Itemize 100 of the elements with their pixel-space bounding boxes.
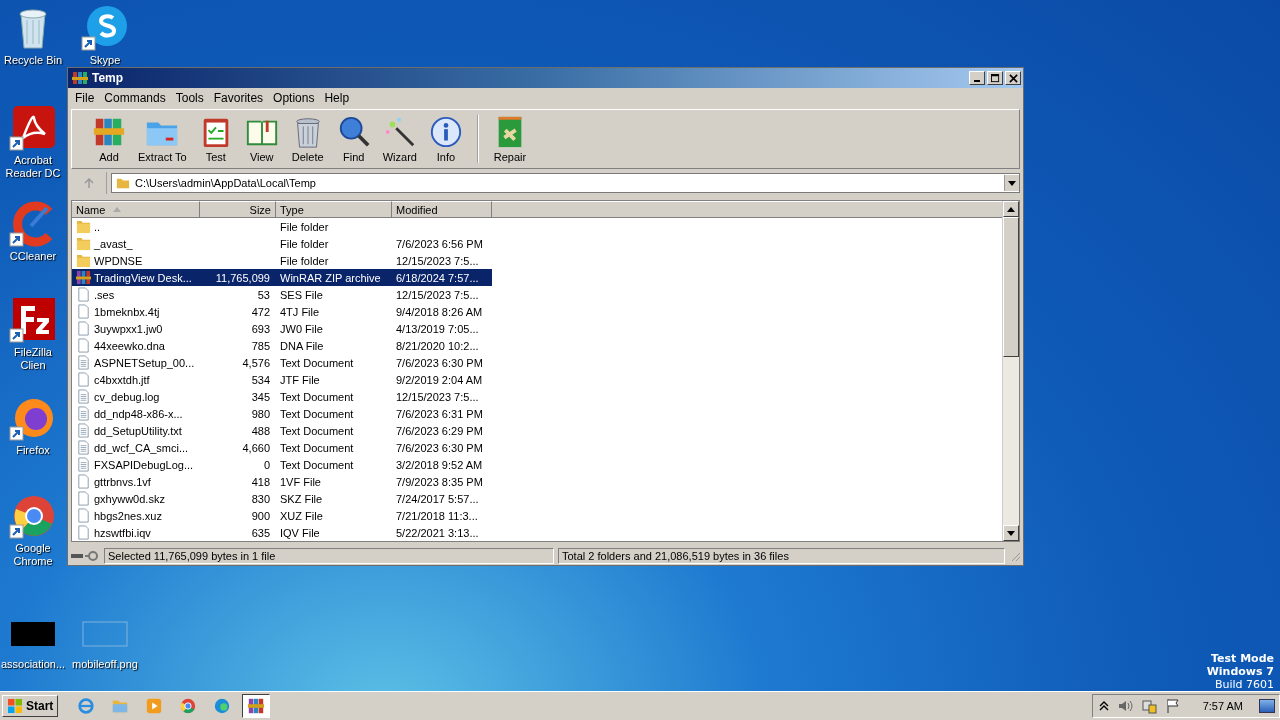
test-mode-text: Test Mode [1211,652,1274,665]
file-name: gxhyww0d.skz [94,492,165,505]
scroll-up-icon[interactable] [1007,206,1015,212]
file-row[interactable]: FXSAPIDebugLog... 0 Text Document 3/2/2018 9:52 AM [72,456,492,473]
toolbar-button[interactable]: Info [422,112,469,166]
skype-icon[interactable] [81,4,129,52]
file-row[interactable]: 3uywpxx1.jw0 693 JW0 File 4/13/2019 7:05... [72,320,492,337]
status-text: Total 2 folders and 21,086,519 bytes in 36 files [558,547,1005,564]
toolbar-button[interactable]: Delete [284,112,331,166]
file-type: SES File [280,288,323,301]
file-size: 345 [251,390,270,403]
acrobat-icon[interactable] [9,104,57,152]
close-button[interactable] [1005,71,1021,85]
file-row[interactable]: dd_wcf_CA_smci... 4,660 Text Document 7/6/2023 6:30 PM [72,439,492,456]
filezilla-icon[interactable] [9,296,57,344]
menu-item[interactable]: Favorites [208,90,269,105]
file-row[interactable]: TradingView Desk... 11,765,099 WinRAR ZIP archive 6/18/2024 7:57... [72,269,492,286]
menu-item[interactable]: Options [268,90,320,105]
menu-item[interactable]: Help [319,90,355,105]
folder-icon [116,176,130,190]
file-row[interactable]: WPDNSE File folder 12/15/2023 7:5... [72,252,492,269]
close-icon [1008,73,1018,83]
modified-date: 7/6/2023 6:31 PM [396,407,483,420]
file-name: dd_wcf_CA_smci... [94,441,189,454]
clock[interactable]: 7:57 AM [1202,700,1243,712]
start-button[interactable]: Start [2,695,59,717]
network-icon[interactable] [1140,698,1157,714]
toolbar-button[interactable]: Repair [486,112,533,166]
toolbar-button[interactable]: Find [330,112,377,166]
menu-item[interactable]: Commands [99,90,171,105]
column-header[interactable]: Name [72,201,200,218]
file-icon [76,474,91,489]
show-desktop-button[interactable] [1259,699,1275,713]
scroll-down-icon[interactable] [1007,530,1015,536]
toolbar-button[interactable]: Wizard [376,112,423,166]
dropdown-button[interactable] [1004,175,1019,191]
menu-item[interactable]: File [70,90,100,105]
file-size: 0 [263,458,270,471]
file-row[interactable]: _avast_ File folder 7/6/2023 6:56 PM [72,235,492,252]
file-row[interactable]: hzswtfbi.iqv 635 IQV File 5/22/2021 3:13... [72,524,492,541]
file-row[interactable]: gxhyww0d.skz 830 SKZ File 7/24/2017 5:57... [72,490,492,507]
text-file-icon [76,457,91,472]
modified-date: 6/18/2024 7:57... [396,271,479,284]
file-row[interactable]: gttrbnvs.1vf 418 1VF File 7/9/2023 8:35 PM [72,473,492,490]
file-row[interactable]: c4bxxtdh.jtf 534 JTF File 9/2/2019 2:04 AM [72,371,492,388]
file-name: 44xeewko.dna [94,339,165,352]
info-icon [428,115,463,149]
file-name: dd_ndp48-x86-x... [94,407,183,420]
desktop-icon-label[interactable]: Firefox [16,444,50,457]
toolbar-button[interactable]: Add [86,112,132,166]
desktop-icon-label[interactable]: mobileoff.png [72,658,138,671]
scroll-thumb[interactable] [1003,217,1019,357]
menu-item[interactable]: Tools [170,90,209,105]
desktop-icon-label[interactable]: Acrobat Reader DC [0,154,66,180]
desktop-icon-label[interactable]: FileZilla Clien [0,346,66,372]
desktop-icon-label[interactable]: Skype [89,54,121,67]
file-row[interactable]: cv_debug.log 345 Text Document 12/15/2023 7:5... [72,388,492,405]
file-icon [76,508,91,523]
column-header[interactable]: Type [276,201,392,218]
file-row[interactable]: 1bmeknbx.4tj 472 4TJ File 9/4/2018 8:26 AM [72,303,492,320]
column-header[interactable]: Modified [392,201,492,218]
minimize-button[interactable] [969,71,985,85]
speaker-icon[interactable] [1116,698,1133,714]
maximize-icon [990,73,1000,83]
desktop-icon-label[interactable]: Recycle Bin [3,54,63,67]
status-text: Selected 11,765,099 bytes in 1 file [104,547,554,564]
file-row[interactable]: 44xeewko.dna 785 DNA File 8/21/2020 10:2... [72,337,492,354]
toolbar-button[interactable]: Test [192,112,239,166]
scrollbar[interactable] [1002,201,1019,541]
file-name: WPDNSE [94,254,143,267]
desktop-icon-label[interactable]: association... [0,658,66,671]
file-row[interactable]: .. File folder [72,218,492,235]
chevron-up-icon[interactable] [1098,701,1109,711]
file-row[interactable]: .ses 53 SES File 12/15/2023 7:5... [72,286,492,303]
file-size: 11,765,099 [215,271,270,284]
file-row[interactable]: dd_SetupUtility.txt 488 Text Document 7/6/2023 6:29 PM [72,422,492,439]
modified-date: 7/24/2017 5:57... [396,492,479,505]
modified-date: 7/6/2023 6:29 PM [396,424,483,437]
text-file-icon [76,423,91,438]
file-icon [76,491,91,506]
drive-key-icon [70,549,100,562]
file-row[interactable]: dd_ndp48-x86-x... 980 Text Document 7/6/2023 6:31 PM [72,405,492,422]
file-size: 980 [251,407,270,420]
file-row[interactable]: hbgs2nes.xuz 900 XUZ File 7/21/2018 11:3... [72,507,492,524]
toolbar-button[interactable]: Extract To [132,112,193,166]
flag-icon[interactable] [1164,698,1181,714]
file-row[interactable]: ASPNETSetup_00... 4,576 Text Document 7/6/2023 6:30 PM [72,354,492,371]
folder-icon [76,253,91,268]
file-name: ASPNETSetup_00... [94,356,195,369]
modified-date: 4/13/2019 7:05... [396,322,479,335]
maximize-button[interactable] [987,71,1003,85]
modified-date: 7/6/2023 6:30 PM [396,441,483,454]
desktop-icon-label[interactable]: Google Chrome [0,542,66,568]
file-size: 830 [251,492,270,505]
toolbar-button[interactable]: View [238,112,285,166]
desktop-icon-label[interactable]: CCleaner [9,250,57,263]
address-field[interactable]: C:\Users\admin\AppData\Local\Temp [111,173,1020,193]
chrome-icon [179,697,198,715]
taskbar-button[interactable] [242,694,271,718]
column-header[interactable]: Size [200,201,276,218]
